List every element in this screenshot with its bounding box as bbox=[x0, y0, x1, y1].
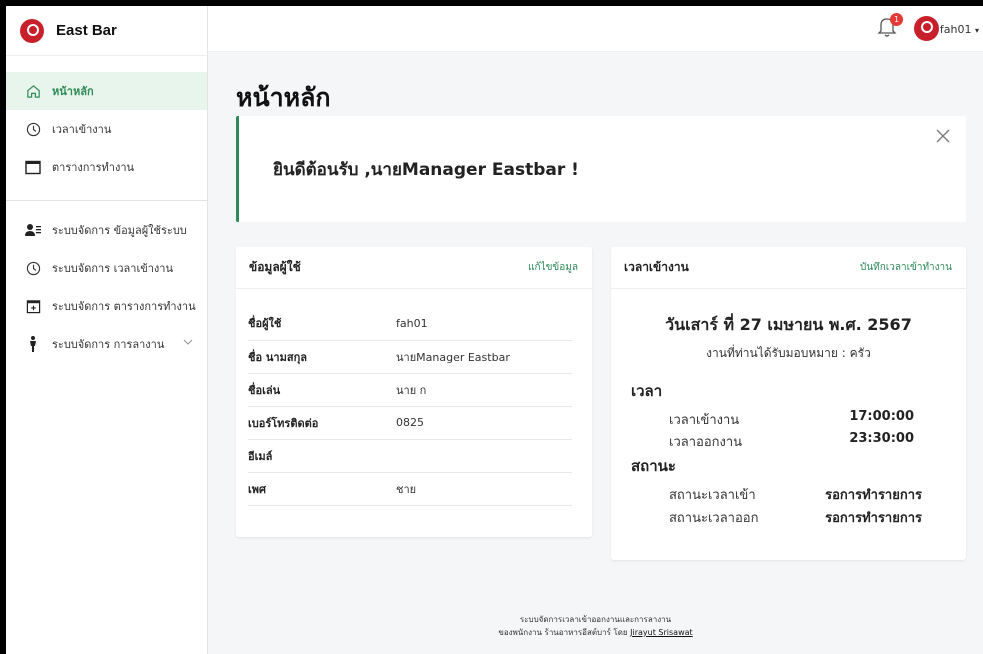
record-checkin-link[interactable]: บันทึกเวลาเข้าทำงาน bbox=[860, 260, 952, 275]
row-label: ชื่อ นามสกุล bbox=[248, 340, 396, 374]
topbar: 1 fah01 ▾ bbox=[208, 6, 983, 52]
status-out-label: สถานะเวลาออก bbox=[669, 511, 759, 526]
checkout-label: เวลาออกงาน bbox=[669, 435, 743, 450]
table-row: ชื่อผู้ใช้ fah01 bbox=[248, 307, 572, 341]
row-value: ชาย bbox=[396, 472, 572, 506]
status-in-label: สถานะเวลาเข้า bbox=[669, 488, 756, 503]
footer-text: ของพนักงาน ร้านอาหารอีสต์บาร์ โดย bbox=[498, 628, 631, 637]
notification-badge: 1 bbox=[890, 13, 903, 26]
welcome-banner: ยินดีต้อนรับ ,นายManager Eastbar ! bbox=[236, 116, 966, 222]
checkin-card: เวลาเข้างาน บันทึกเวลาเข้าทำงาน วันเสาร์… bbox=[611, 247, 966, 560]
clock-icon bbox=[24, 259, 42, 277]
sidebar-admin-nav: ระบบจัดการ ข้อมูลผู้ใช้ระบบ ระบบจัดการ เ… bbox=[6, 211, 207, 363]
chevron-down-icon[interactable] bbox=[183, 336, 193, 349]
avatar[interactable] bbox=[914, 16, 939, 41]
sidebar-item-label: ระบบจัดการ ข้อมูลผู้ใช้ระบบ bbox=[52, 224, 187, 237]
username: fah01 bbox=[939, 23, 972, 36]
user-info-card: ข้อมูลผู้ใช้ แก้ไขข้อมูล ชื่อผู้ใช้ fah01… bbox=[236, 247, 592, 537]
page-title: หน้าหลัก bbox=[236, 83, 331, 112]
row-value: นาย ก bbox=[396, 373, 572, 407]
current-date: วันเสาร์ ที่ 27 เมษายน พ.ศ. 2567 bbox=[665, 315, 912, 334]
row-label: เบอร์โทรติดต่อ bbox=[248, 406, 396, 440]
footer: ระบบจัดการเวลาเข้าออกงานและการลางาน ของพ… bbox=[208, 613, 983, 639]
user-info-table: ชื่อผู้ใช้ fah01 ชื่อ นามสกุล นายManager E… bbox=[248, 307, 572, 506]
sidebar-item-label: ระบบจัดการ เวลาเข้างาน bbox=[52, 262, 173, 275]
welcome-message: ยินดีต้อนรับ ,นายManager Eastbar ! bbox=[273, 160, 579, 180]
sidebar-item-label: หน้าหลัก bbox=[52, 85, 94, 98]
app-window: East Bar หน้าหลัก เวลาเข้างาน ตารางการทำ… bbox=[6, 6, 983, 654]
sidebar-item-home[interactable]: หน้าหลัก bbox=[6, 72, 207, 110]
home-icon bbox=[24, 82, 42, 100]
checkout-value: 23:30:00 bbox=[849, 431, 914, 446]
user-menu[interactable]: fah01 ▾ bbox=[940, 23, 979, 36]
notification-bell-icon[interactable]: 1 bbox=[877, 13, 903, 40]
edit-profile-link[interactable]: แก้ไขข้อมูล bbox=[528, 260, 578, 275]
row-label: ชื่อผู้ใช้ bbox=[248, 307, 396, 341]
row-label: อีเมล์ bbox=[248, 439, 396, 473]
sidebar-item-manage-schedule[interactable]: ระบบจัดการ ตารางการทำงาน bbox=[6, 287, 207, 325]
sidebar-item-manage-users[interactable]: ระบบจัดการ ข้อมูลผู้ใช้ระบบ bbox=[6, 211, 207, 249]
sidebar-item-checkin[interactable]: เวลาเข้างาน bbox=[6, 110, 207, 148]
author-link[interactable]: Jirayut Srisawat bbox=[630, 628, 693, 637]
row-value: นายManager Eastbar bbox=[396, 340, 572, 374]
assigned-job: งานที่ท่านได้รับมอบหมาย : ครัว bbox=[706, 346, 871, 360]
chevron-down-icon: ▾ bbox=[974, 26, 979, 35]
calendar-icon bbox=[24, 158, 42, 176]
table-row: ชื่อ นามสกุล นายManager Eastbar bbox=[248, 340, 572, 374]
sidebar-item-manage-leave[interactable]: ระบบจัดการ การลางาน bbox=[6, 325, 207, 363]
brand-logo bbox=[20, 18, 44, 43]
time-heading: เวลา bbox=[631, 382, 663, 400]
row-value: fah01 bbox=[396, 307, 572, 341]
row-label: ชื่อเล่น bbox=[248, 373, 396, 407]
brand[interactable]: East Bar bbox=[6, 6, 207, 56]
table-row: อีเมล์ bbox=[248, 439, 572, 473]
table-row: ชื่อเล่น นาย ก bbox=[248, 373, 572, 407]
row-value: 0825 bbox=[396, 406, 572, 440]
footer-line: ระบบจัดการเวลาเข้าออกงานและการลางาน bbox=[519, 615, 672, 624]
calendar-plus-icon bbox=[24, 297, 42, 315]
status-heading: สถานะ bbox=[631, 457, 676, 475]
card-header: ข้อมูลผู้ใช้ แก้ไขข้อมูล bbox=[236, 247, 592, 289]
sidebar-item-label: ระบบจัดการ การลางาน bbox=[52, 338, 165, 351]
footer-line: ของพนักงาน ร้านอาหารอีสต์บาร์ โดย Jirayu… bbox=[208, 626, 983, 639]
row-value bbox=[396, 439, 572, 473]
checkin-label: เวลาเข้างาน bbox=[669, 413, 740, 428]
sidebar-item-manage-checkin[interactable]: ระบบจัดการ เวลาเข้างาน bbox=[6, 249, 207, 287]
status-in-value: รอการทำรายการ bbox=[825, 488, 922, 503]
sidebar-item-label: เวลาเข้างาน bbox=[52, 123, 112, 136]
row-label: เพศ bbox=[248, 472, 396, 506]
table-row: เพศ ชาย bbox=[248, 472, 572, 506]
card-header: เวลาเข้างาน บันทึกเวลาเข้าทำงาน bbox=[611, 247, 966, 289]
sidebar-divider bbox=[6, 200, 207, 201]
table-row: เบอร์โทรติดต่อ 0825 bbox=[248, 406, 572, 440]
sidebar: East Bar หน้าหลัก เวลาเข้างาน ตารางการทำ… bbox=[6, 6, 208, 654]
status-out-value: รอการทำรายการ bbox=[825, 511, 922, 526]
close-icon[interactable] bbox=[936, 128, 952, 144]
brand-name: East Bar bbox=[56, 22, 117, 39]
clock-icon bbox=[24, 120, 42, 138]
sidebar-item-schedule[interactable]: ตารางการทำงาน bbox=[6, 148, 207, 186]
sidebar-item-label: ระบบจัดการ ตารางการทำงาน bbox=[52, 300, 196, 313]
card-title: ข้อมูลผู้ใช้ bbox=[249, 260, 301, 274]
users-icon bbox=[24, 221, 42, 239]
sidebar-nav: หน้าหลัก เวลาเข้างาน ตารางการทำงาน bbox=[6, 72, 207, 186]
sidebar-item-label: ตารางการทำงาน bbox=[52, 161, 135, 174]
person-walk-icon bbox=[24, 335, 42, 353]
checkin-value: 17:00:00 bbox=[849, 409, 914, 424]
card-title: เวลาเข้างาน bbox=[624, 260, 689, 274]
